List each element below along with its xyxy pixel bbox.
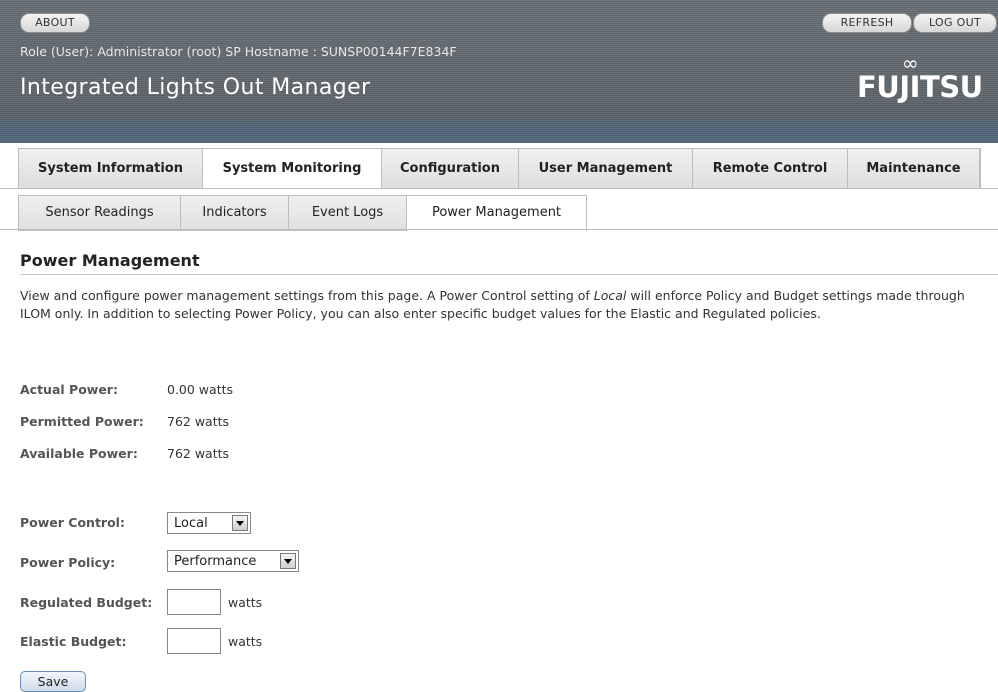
about-button[interactable]: ABOUT — [20, 13, 90, 33]
elastic-budget-label: Elastic Budget: — [20, 634, 127, 649]
tab-system-information[interactable]: System Information — [19, 149, 203, 189]
sub-tab-baseline — [0, 229, 998, 230]
sub-tab-bar: Sensor Readings Indicators Event Logs Po… — [18, 195, 587, 231]
power-control-selected-value: Local — [174, 516, 208, 531]
elastic-budget-unit: watts — [228, 634, 263, 649]
actual-power-value: 0.00 watts — [167, 382, 234, 397]
available-power-value: 762 watts — [167, 446, 230, 461]
masthead: ABOUT REFRESH LOG OUT Role (User): Admin… — [0, 0, 998, 143]
title-divider — [20, 274, 998, 275]
available-power-label: Available Power: — [20, 446, 138, 461]
dropdown-arrow-icon[interactable] — [232, 515, 248, 531]
description-emphasis-local: Local — [593, 288, 627, 303]
description-text-start: View and configure power management sett… — [20, 288, 594, 303]
power-control-select[interactable]: Local — [167, 512, 251, 534]
tab-user-management[interactable]: User Management — [519, 149, 693, 189]
logout-button[interactable]: LOG OUT — [913, 13, 997, 33]
fujitsu-logo: FUJITSU — [857, 70, 983, 104]
regulated-budget-input[interactable] — [167, 589, 221, 615]
app-title: Integrated Lights Out Manager — [20, 75, 371, 100]
subtab-power-management[interactable]: Power Management — [407, 195, 587, 231]
refresh-button[interactable]: REFRESH — [822, 13, 912, 33]
dropdown-arrow-icon[interactable] — [280, 553, 296, 569]
permitted-power-label: Permitted Power: — [20, 414, 144, 429]
regulated-budget-unit: watts — [228, 595, 263, 610]
subtab-indicators[interactable]: Indicators — [181, 195, 289, 231]
power-control-label: Power Control: — [20, 515, 125, 530]
permitted-power-value: 762 watts — [167, 414, 230, 429]
tab-maintenance[interactable]: Maintenance — [848, 149, 980, 189]
regulated-budget-label: Regulated Budget: — [20, 595, 153, 610]
save-button[interactable]: Save — [20, 671, 86, 692]
header-divider-strip — [0, 121, 998, 143]
power-policy-select[interactable]: Performance — [167, 550, 299, 572]
power-policy-label: Power Policy: — [20, 555, 116, 570]
actual-power-label: Actual Power: — [20, 382, 118, 397]
subtab-event-logs[interactable]: Event Logs — [289, 195, 407, 231]
subtab-sensor-readings[interactable]: Sensor Readings — [18, 195, 181, 231]
main-tab-bar: System Information System Monitoring Con… — [18, 148, 981, 189]
main-tab-baseline — [0, 188, 998, 189]
tab-remote-control[interactable]: Remote Control — [693, 149, 848, 189]
elastic-budget-input[interactable] — [167, 628, 221, 654]
tab-configuration[interactable]: Configuration — [382, 149, 519, 189]
page-title: Power Management — [20, 251, 200, 270]
power-policy-selected-value: Performance — [174, 554, 257, 569]
role-hostname-info: Role (User): Administrator (root) SP Hos… — [20, 44, 457, 59]
page-description: View and configure power management sett… — [20, 287, 970, 323]
tab-system-monitoring[interactable]: System Monitoring — [203, 149, 382, 189]
